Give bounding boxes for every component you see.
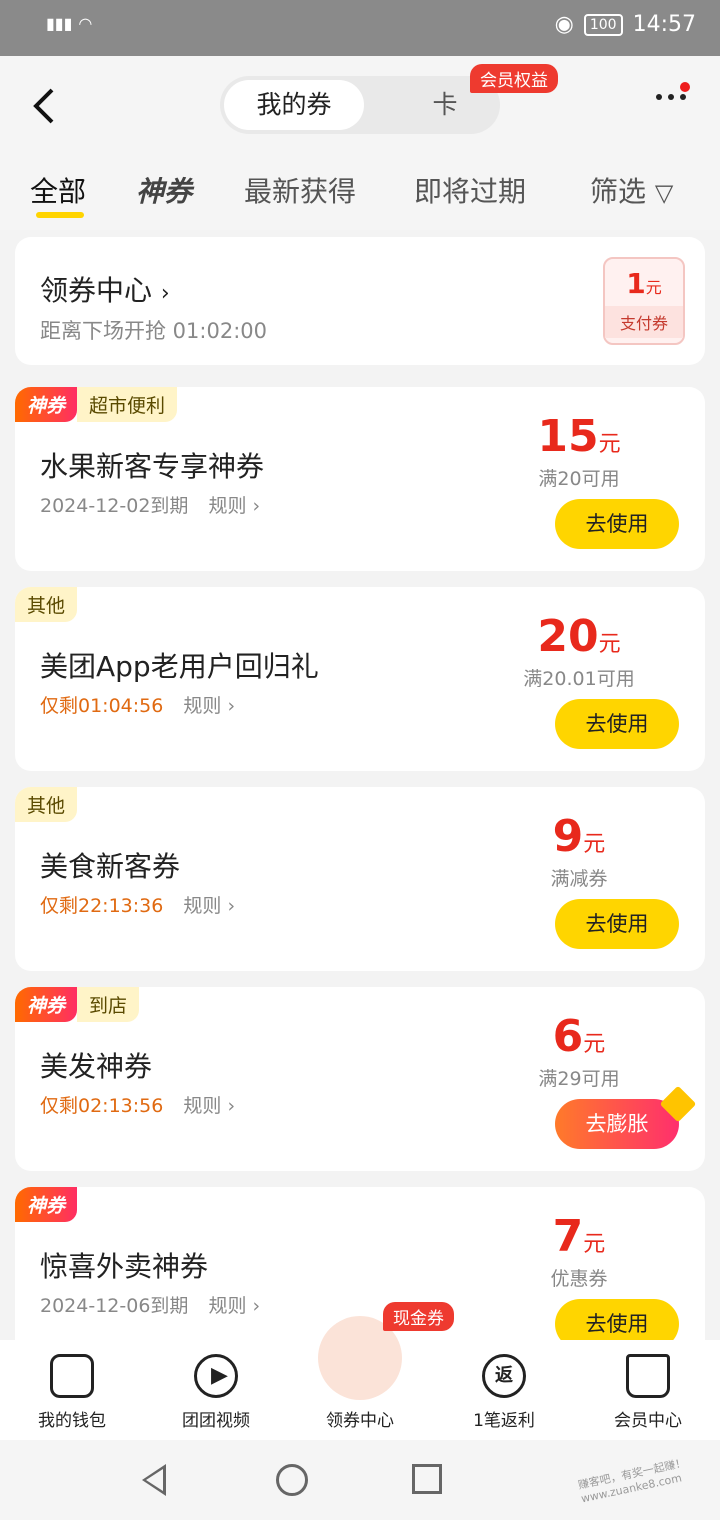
- category-tag: 超市便利: [77, 387, 178, 422]
- shen-coupon-tag: 神券: [15, 987, 78, 1022]
- coupon-price: 7元 优惠券: [499, 1211, 659, 1291]
- coupon-meta: 仅剩01:04:56 规则 ›: [40, 695, 236, 717]
- crown-icon: [626, 1354, 670, 1398]
- coupon-condition: 满20.01可用: [523, 668, 635, 690]
- coupon-price: 20元 满20.01可用: [499, 611, 659, 691]
- coupon-name: 美发神券: [40, 1050, 153, 1083]
- coupon-name: 美团App老用户回归礼: [40, 650, 319, 683]
- recents-square-icon[interactable]: [412, 1464, 442, 1494]
- coupon-price: 6元 满29可用: [499, 1011, 659, 1091]
- rule-link[interactable]: 规则 ›: [208, 1295, 260, 1317]
- cashback-icon: 返: [482, 1354, 526, 1398]
- coupon-price: 9元 满减券: [499, 811, 659, 891]
- tab-all[interactable]: 全部: [30, 170, 86, 210]
- coupon-condition: 优惠券: [550, 1268, 608, 1290]
- shen-coupon-tag: 神券: [15, 1187, 78, 1222]
- play-icon: ▶: [194, 1354, 238, 1398]
- tab-my-coupons[interactable]: 我的券: [224, 80, 364, 130]
- coupon-card: 其他 美团App老用户回归礼 仅剩01:04:56 规则 › 20元 满20.0…: [15, 587, 705, 771]
- back-icon[interactable]: [30, 86, 60, 126]
- tab-shen-coupons[interactable]: 神券: [136, 170, 192, 210]
- mini-coupon-amount: 1元: [626, 267, 662, 300]
- coupon-meta: 仅剩02:13:56 规则 ›: [40, 1095, 236, 1117]
- category-tag: 其他: [15, 587, 78, 622]
- nav-wallet[interactable]: 我的钱包: [12, 1354, 132, 1431]
- coupon-center-card[interactable]: 领券中心 › 距离下场开抢 01:02:00 1元 支付券: [15, 237, 705, 365]
- status-bar: ▮▮▮ ◠ ◉ 100 14:57: [0, 0, 720, 56]
- coupon-card: 其他 美食新客券 仅剩22:13:36 规则 › 9元 满减券 去使用: [15, 787, 705, 971]
- tab-expiring[interactable]: 即将过期: [414, 170, 526, 210]
- coupon-name: 水果新客专享神券: [40, 450, 265, 483]
- coupon-meta: 2024-12-02到期 规则 ›: [40, 495, 261, 517]
- coupon-name: 美食新客券: [40, 850, 181, 883]
- wifi-icon: ◠: [78, 14, 93, 33]
- wallet-icon: [50, 1354, 94, 1398]
- rule-link[interactable]: 规则 ›: [183, 695, 235, 717]
- category-tag: 其他: [15, 787, 78, 822]
- eye-icon: ◉: [554, 12, 574, 37]
- rule-link[interactable]: 规则 ›: [183, 895, 235, 917]
- watermark: 赚客吧，有奖一起赚！www.zuanke8.com: [576, 1456, 688, 1506]
- status-right: ◉ 100 14:57: [555, 12, 696, 37]
- segmented-control: 我的券 卡: [220, 76, 500, 134]
- top-bar: 我的券 卡 会员权益: [0, 56, 720, 160]
- cash-coupon-badge: 现金券: [383, 1302, 454, 1331]
- coupon-center-title: 领券中心 ›: [40, 274, 170, 307]
- filter-label: 筛选: [590, 175, 647, 208]
- system-nav-bar: 赚客吧，有奖一起赚！www.zuanke8.com: [0, 1440, 720, 1520]
- coupon-meta: 2024-12-06到期 规则 ›: [40, 1295, 261, 1317]
- coupon-name: 惊喜外卖神券: [40, 1250, 209, 1283]
- coupon-condition: 满29可用: [538, 1068, 620, 1090]
- coupon-condition: 满减券: [550, 868, 608, 890]
- coupon-condition: 满20可用: [538, 468, 620, 490]
- rule-link[interactable]: 规则 ›: [208, 495, 260, 517]
- more-icon[interactable]: [656, 94, 686, 100]
- signal-wifi-area: ▮▮▮ ◠: [46, 14, 92, 33]
- use-button[interactable]: 去使用: [555, 699, 679, 749]
- tab-underline: [36, 212, 84, 218]
- coupon-price: 15元 满20可用: [499, 411, 659, 491]
- nav-cashback[interactable]: 返 1笔返利: [444, 1354, 564, 1431]
- bottom-nav: 我的钱包 ▶ 团团视频 现金券 领券中心 返 1笔返利 会员中心: [0, 1302, 720, 1440]
- shen-coupon-tag: 神券: [15, 387, 78, 422]
- coupon-card: 神券 到店 美发神券 仅剩02:13:56 规则 › 6元 满29可用 去膨胀: [15, 987, 705, 1171]
- notification-dot: [680, 82, 690, 92]
- nav-coupon-center[interactable]: 领券中心: [300, 1406, 420, 1431]
- battery-indicator: 100: [583, 13, 623, 36]
- use-button[interactable]: 去使用: [555, 899, 679, 949]
- vip-benefits-badge[interactable]: 会员权益: [470, 64, 558, 93]
- home-circle-icon[interactable]: [276, 1464, 308, 1496]
- filter-tabs: 全部 神券 最新获得 即将过期 筛选 ▽: [0, 160, 720, 230]
- expand-button[interactable]: 去膨胀: [555, 1099, 679, 1149]
- category-tag: 到店: [77, 987, 140, 1022]
- pay-coupon-preview[interactable]: 1元 支付券: [603, 257, 685, 345]
- coupon-card: 神券 超市便利 水果新客专享神券 2024-12-02到期 规则 › 15元 满…: [15, 387, 705, 571]
- nav-video[interactable]: ▶ 团团视频: [156, 1354, 276, 1431]
- chevron-right-icon: ›: [160, 281, 170, 306]
- back-triangle-icon[interactable]: [142, 1464, 166, 1496]
- tab-filter[interactable]: 筛选 ▽: [590, 170, 673, 210]
- mini-coupon-label: 支付券: [605, 306, 683, 338]
- coupon-center-countdown: 距离下场开抢 01:02:00: [40, 319, 267, 343]
- funnel-icon: ▽: [654, 179, 674, 207]
- coupon-meta: 仅剩22:13:36 规则 ›: [40, 895, 236, 917]
- nav-vip-center[interactable]: 会员中心: [588, 1354, 708, 1431]
- rule-link[interactable]: 规则 ›: [183, 1095, 235, 1117]
- tab-latest[interactable]: 最新获得: [244, 170, 356, 210]
- use-button[interactable]: 去使用: [555, 499, 679, 549]
- status-time: 14:57: [632, 12, 696, 37]
- signal-icon: ▮▮▮: [46, 14, 73, 33]
